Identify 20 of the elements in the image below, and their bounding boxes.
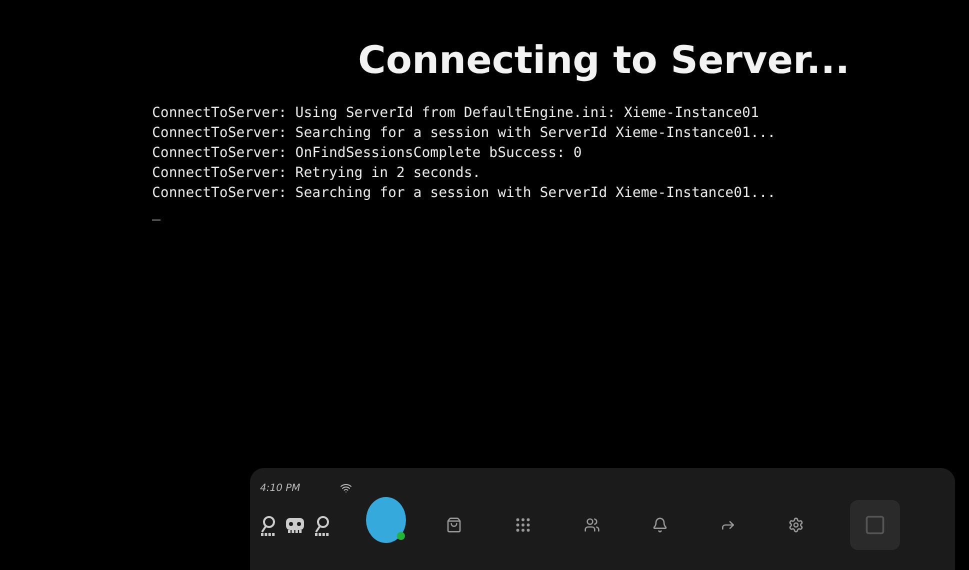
- battery-dots-icon: [261, 532, 275, 536]
- log-line: ConnectToServer: Retrying in 2 seconds.: [152, 164, 482, 182]
- battery-dots-icon: [315, 532, 329, 536]
- people-icon[interactable]: [584, 517, 600, 533]
- headset-icon[interactable]: [286, 518, 304, 530]
- square-icon: [864, 514, 886, 536]
- settings-icon[interactable]: [788, 517, 804, 533]
- bell-icon[interactable]: [652, 517, 668, 533]
- avatar[interactable]: [366, 497, 406, 543]
- clock-time: 4:10 PM: [260, 482, 300, 494]
- log-line: ConnectToServer: Using ServerId from DefaultEngine.ini: Xieme-Instance01: [152, 104, 760, 122]
- screen-title: Connecting to Server...: [358, 38, 850, 82]
- log-line: ConnectToServer: Searching for a session with ServerId Xieme-Instance01...: [152, 184, 777, 202]
- battery-dots-icon: [288, 530, 302, 532]
- log-line: ConnectToServer: OnFindSessionsComplete bSuccess: 0: [152, 144, 583, 162]
- text-cursor: _: [152, 204, 162, 222]
- online-dot: [397, 532, 405, 540]
- log-line: ConnectToServer: Searching for a session with ServerId Xieme-Instance01...: [152, 124, 777, 142]
- apps-grid-icon[interactable]: [514, 516, 532, 534]
- shopping-bag-icon[interactable]: [446, 517, 462, 533]
